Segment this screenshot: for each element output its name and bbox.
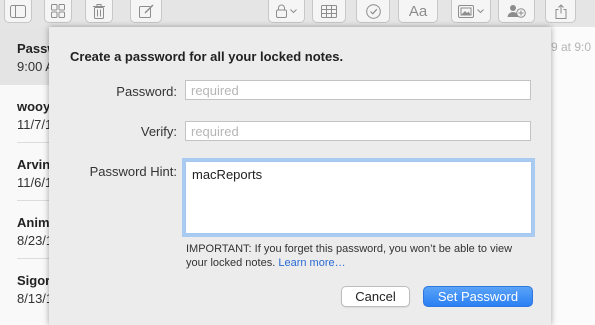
format-text-icon: Aa [408, 2, 428, 20]
note-title: Arvin [17, 157, 49, 172]
important-notice: IMPORTANT: If you forget this password, … [186, 242, 536, 270]
chevron-down-icon [477, 8, 484, 14]
dialog-title: Create a password for all your locked no… [70, 49, 344, 64]
note-title: Passw [17, 41, 49, 56]
password-field[interactable] [185, 80, 531, 100]
share-button[interactable] [545, 0, 576, 23]
media-icon [458, 4, 474, 18]
trash-icon [93, 3, 105, 19]
note-timestamp: 9 at 9:0 [551, 40, 592, 54]
table-button[interactable] [312, 0, 346, 23]
note-title: Anim [17, 215, 49, 230]
media-button[interactable] [451, 0, 491, 23]
checklist-icon [365, 3, 381, 19]
list-item[interactable]: Arvin 11/6/1 [0, 143, 49, 201]
chevron-down-icon [290, 8, 297, 14]
sidebar-icon [10, 4, 26, 18]
note-date: 11/7/1 [17, 117, 49, 132]
note-title: wooy [17, 99, 49, 114]
set-password-button[interactable]: Set Password [423, 286, 533, 307]
important-text: IMPORTANT: If you forget this password, … [186, 243, 513, 269]
lock-icon [276, 4, 287, 18]
learn-more-link[interactable]: Learn more… [278, 257, 345, 269]
table-icon [321, 4, 337, 18]
list-item[interactable]: Sigor 8/13/1 [0, 259, 49, 317]
password-label: Password: [116, 84, 177, 99]
sidebar-toggle-button[interactable] [4, 0, 32, 23]
note-date: 8/23/1 [17, 233, 49, 248]
list-item[interactable]: wooy 11/7/1 [0, 85, 49, 143]
password-hint-field[interactable]: macReports [185, 161, 532, 234]
checklist-button[interactable] [356, 0, 390, 23]
note-date: 9:00 A [17, 59, 49, 74]
delete-button[interactable] [85, 0, 113, 23]
compose-icon [138, 3, 154, 19]
collaborate-icon [507, 4, 527, 18]
list-item[interactable]: Anim 8/23/1 [0, 201, 49, 259]
toolbar: Aa [0, 0, 595, 27]
format-button[interactable]: Aa [398, 0, 438, 23]
note-date: 8/13/1 [17, 291, 49, 306]
password-dialog: Create a password for all your locked no… [49, 27, 551, 325]
note-date: 11/6/1 [17, 175, 49, 190]
verify-label: Verify: [140, 124, 177, 139]
share-icon [555, 3, 567, 19]
note-editor-background [551, 27, 595, 325]
notes-list: Passw 9:00 A wooy 11/7/1 Arvin 11/6/1 An… [0, 27, 49, 325]
list-item[interactable]: Passw 9:00 A [0, 27, 49, 85]
gallery-icon [51, 4, 65, 18]
password-hint-label: Password Hint: [89, 164, 177, 179]
cancel-button[interactable]: Cancel [341, 286, 410, 307]
note-title: Sigor [17, 273, 49, 288]
gallery-view-button[interactable] [44, 0, 72, 23]
collaborate-button[interactable] [498, 0, 535, 23]
new-note-button[interactable] [130, 0, 162, 23]
verify-field[interactable] [185, 121, 531, 141]
lock-button[interactable] [268, 0, 305, 23]
